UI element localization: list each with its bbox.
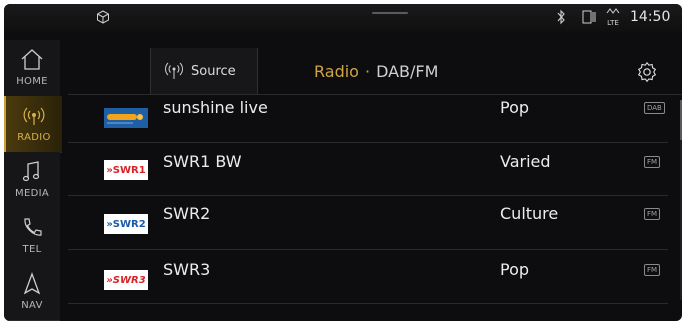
station-name: SWR3 — [163, 260, 211, 279]
page-title: Radio · DAB/FM — [314, 62, 438, 81]
station-row[interactable]: » SWR2 SWR2 Culture FM — [68, 196, 668, 250]
sidebar-item-media[interactable]: MEDIA — [4, 152, 60, 209]
swr1-logo-text: SWR1 — [112, 164, 146, 176]
sidebar-item-label: MEDIA — [15, 188, 49, 199]
swr2-logo: » SWR2 — [104, 214, 148, 234]
clock: 14:50 — [630, 9, 671, 25]
antenna-icon — [165, 62, 183, 79]
lte-label: LTE — [607, 19, 619, 27]
station-genre: Pop — [500, 98, 530, 117]
station-row[interactable]: » SWR3 SWR3 Pop FM — [68, 250, 668, 304]
station-name: SWR2 — [163, 204, 211, 223]
list-scroll-thumb[interactable] — [680, 100, 682, 140]
sidebar-item-label: NAV — [21, 300, 43, 311]
station-row[interactable]: sunshine live Pop DAB — [68, 92, 668, 143]
title-radio: Radio — [314, 62, 359, 81]
main-nav-sidebar: HOME RADIO MEDIA TEL NAV — [4, 40, 62, 321]
lte-signal-icon: LTE — [606, 8, 620, 27]
sidebar-item-tel[interactable]: TEL — [4, 208, 60, 265]
source-button[interactable]: Source — [150, 48, 258, 94]
radio-header: Source Radio · DAB/FM — [68, 48, 682, 95]
sidebar-item-radio[interactable]: RADIO — [4, 96, 62, 153]
pull-down-handle[interactable] — [372, 12, 408, 14]
phone-signal-icon — [582, 10, 596, 24]
phone-icon — [24, 218, 42, 236]
sidebar-item-label: TEL — [22, 244, 42, 255]
sidebar-item-label: RADIO — [17, 132, 51, 143]
sidebar-item-home[interactable]: HOME — [4, 40, 60, 97]
source-label: Source — [191, 63, 236, 79]
swr1-logo: » SWR1 — [104, 160, 148, 180]
station-list: sunshine live Pop DAB » SWR1 SWR1 BW Vari… — [68, 96, 682, 321]
band-badge: FM — [644, 156, 661, 168]
home-icon — [21, 49, 43, 70]
station-genre: Pop — [500, 260, 530, 279]
music-note-icon — [22, 161, 40, 182]
station-genre: Varied — [500, 152, 551, 171]
title-separator: · — [364, 62, 371, 81]
status-bar: LTE 14:50 — [4, 4, 682, 32]
infotainment-screen: LTE 14:50 HOME RADIO MEDIA TEL NAV Sourc… — [4, 4, 682, 321]
sunshine-live-logo — [104, 108, 148, 128]
radio-icon — [23, 107, 45, 125]
swr3-logo: » SWR3 — [104, 270, 148, 290]
station-genre: Culture — [500, 204, 559, 223]
band-badge: DAB — [644, 102, 665, 114]
band-badge: FM — [644, 264, 661, 276]
swr2-logo-text: SWR2 — [112, 218, 146, 230]
band-badge: FM — [644, 208, 661, 220]
gear-icon[interactable] — [636, 61, 658, 83]
swr3-logo-text: SWR3 — [112, 274, 146, 286]
station-row[interactable]: » SWR1 SWR1 BW Varied FM — [68, 142, 668, 196]
navigation-arrow-icon — [23, 272, 41, 295]
station-name: sunshine live — [163, 98, 268, 117]
sidebar-item-nav[interactable]: NAV — [4, 264, 60, 321]
cube-icon[interactable] — [96, 10, 110, 24]
title-subtitle: DAB/FM — [376, 62, 439, 81]
station-name: SWR1 BW — [163, 152, 242, 171]
sidebar-item-label: HOME — [16, 76, 48, 87]
bluetooth-icon — [557, 9, 565, 25]
